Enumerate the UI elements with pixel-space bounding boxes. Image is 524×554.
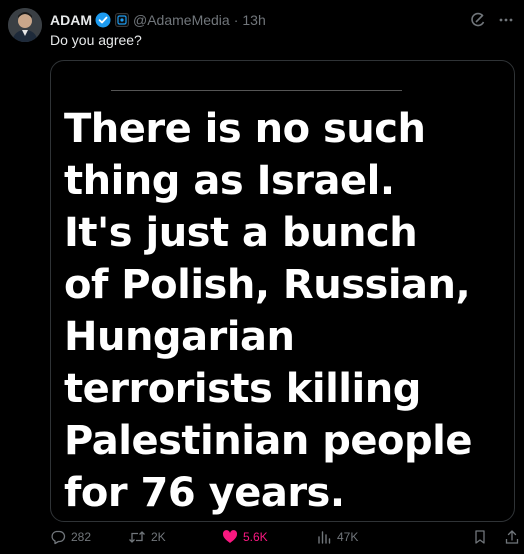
- image-text-line: There is no such: [64, 106, 426, 152]
- image-text: There is no such thing as Israel. It's j…: [64, 103, 509, 519]
- image-text-line: It's just a bunch: [64, 210, 418, 256]
- more-icon[interactable]: [498, 12, 514, 28]
- repost-icon: [129, 531, 145, 543]
- secondary-actions: [472, 529, 520, 545]
- image-text-line: terrorists killing: [64, 366, 421, 412]
- reply-icon: [51, 530, 66, 545]
- share-icon[interactable]: [504, 529, 520, 545]
- avatar[interactable]: [8, 8, 42, 42]
- image-text-line: Palestinian people: [64, 418, 473, 464]
- post-time[interactable]: 13h: [242, 12, 265, 28]
- author-handle[interactable]: @AdameMedia: [133, 12, 230, 28]
- tweet-header: ADAM @AdameMedia · 13h: [50, 10, 514, 30]
- grok-icon[interactable]: [470, 12, 486, 28]
- tweet-text: Do you agree?: [50, 32, 142, 48]
- image-divider: [111, 90, 402, 91]
- bookmark-icon[interactable]: [472, 529, 488, 545]
- views-icon: [318, 531, 331, 544]
- reply-button[interactable]: 282: [50, 529, 128, 545]
- image-text-line: Hungarian: [64, 314, 295, 360]
- tweet: ADAM @AdameMedia · 13h Do you agree? The…: [0, 0, 524, 554]
- views-button[interactable]: 47K: [316, 529, 410, 545]
- tweet-image[interactable]: There is no such thing as Israel. It's j…: [50, 60, 515, 522]
- verified-badge-icon: [95, 12, 111, 28]
- like-icon: [222, 530, 238, 543]
- views-count: 47K: [337, 530, 359, 544]
- action-bar: 282 2K 5.6K 47K: [50, 525, 520, 549]
- like-count: 5.6K: [243, 530, 268, 544]
- author-name[interactable]: ADAM: [50, 12, 92, 28]
- repost-count: 2K: [151, 530, 166, 544]
- image-text-line: for 76 years.: [64, 470, 345, 516]
- like-button[interactable]: 5.6K: [222, 529, 316, 545]
- affiliate-badge-icon[interactable]: [115, 13, 129, 27]
- header-actions: [470, 12, 514, 28]
- repost-button[interactable]: 2K: [128, 529, 222, 545]
- image-text-line: thing as Israel.: [64, 158, 395, 204]
- image-text-line: of Polish, Russian,: [64, 262, 471, 308]
- separator-dot: ·: [233, 12, 239, 28]
- reply-count: 282: [71, 530, 92, 544]
